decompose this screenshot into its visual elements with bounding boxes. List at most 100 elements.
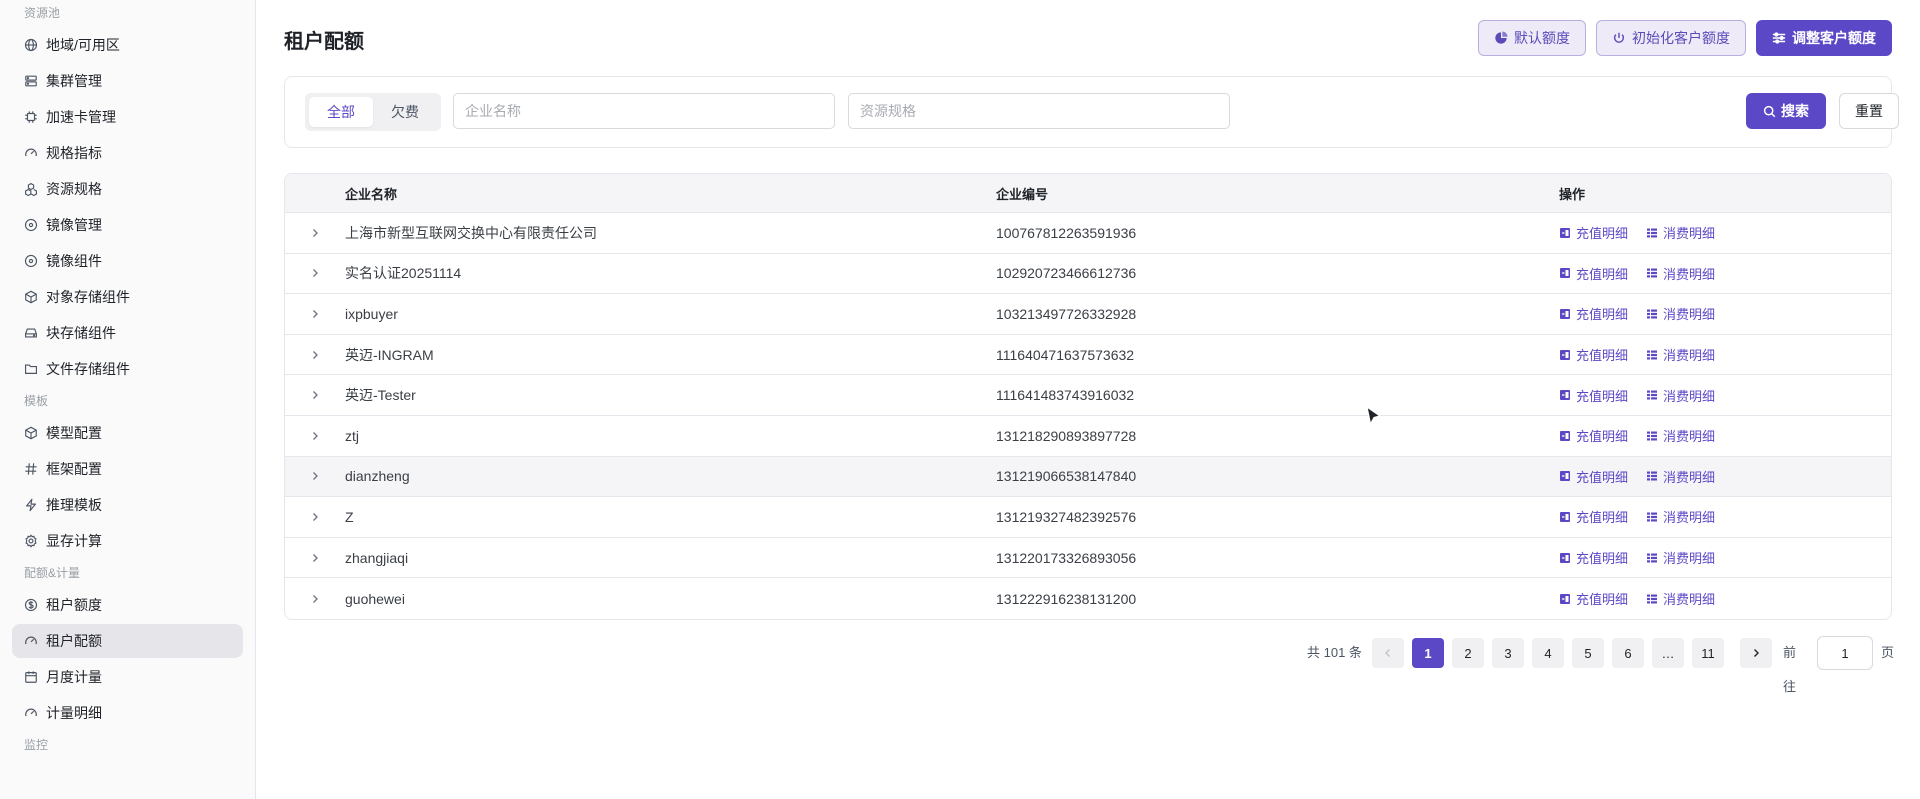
sidebar-item[interactable]: 推理模板 <box>12 488 243 522</box>
consume-detail-link[interactable]: 消费明细 <box>1646 426 1715 445</box>
sidebar-item-label: 镜像管理 <box>46 217 102 233</box>
sidebar-item[interactable]: 模型配置 <box>12 416 243 450</box>
pie-chart-icon <box>1495 31 1508 44</box>
table-row: 英迈-Tester 111641483743916032 充值明细 消费明细 <box>285 375 1891 416</box>
consume-detail-link[interactable]: 消费明细 <box>1646 386 1715 405</box>
expand-row-button[interactable] <box>285 553 345 563</box>
sidebar-item[interactable]: 租户额度 <box>12 588 243 622</box>
consume-detail-link[interactable]: 消费明细 <box>1646 589 1715 608</box>
expand-row-button[interactable] <box>285 431 345 441</box>
expand-row-button[interactable] <box>285 390 345 400</box>
recharge-detail-label: 充值明细 <box>1576 388 1629 404</box>
sidebar-item[interactable]: 计量明细 <box>12 696 243 730</box>
disc-icon <box>24 218 38 232</box>
recharge-detail-link[interactable]: 充值明细 <box>1559 548 1628 567</box>
default-quota-button[interactable]: 默认额度 <box>1478 20 1586 56</box>
page-button[interactable]: 2 <box>1452 638 1484 668</box>
consume-detail-link[interactable]: 消费明细 <box>1646 345 1715 364</box>
sidebar-item[interactable]: 地域/可用区 <box>12 28 243 62</box>
company-id-cell: 131222916238131200 <box>996 590 1137 607</box>
consume-detail-link[interactable]: 消费明细 <box>1646 304 1715 323</box>
sidebar-item[interactable]: 对象存储组件 <box>12 280 243 314</box>
chevron-right-icon <box>313 512 318 521</box>
sidebar-item[interactable]: 镜像组件 <box>12 244 243 278</box>
page-suffix: 页 <box>1881 645 1895 660</box>
recharge-detail-link[interactable]: 充值明细 <box>1559 264 1628 283</box>
consume-detail-label: 消费明细 <box>1663 551 1716 567</box>
sidebar-item-label: 对象存储组件 <box>46 289 130 305</box>
gauge-icon <box>24 706 38 720</box>
consume-detail-link[interactable]: 消费明细 <box>1646 223 1715 242</box>
company-name-cell: 上海市新型互联网交换中心有限责任公司 <box>345 224 597 241</box>
consume-detail-link[interactable]: 消费明细 <box>1646 507 1715 526</box>
resource-spec-input[interactable] <box>848 93 1230 129</box>
recharge-detail-link[interactable]: 充值明细 <box>1559 467 1628 486</box>
adjust-quota-button[interactable]: 调整客户额度 <box>1756 20 1892 56</box>
expand-row-button[interactable] <box>285 268 345 278</box>
search-label: 搜索 <box>1781 103 1809 119</box>
recharge-detail-link[interactable]: 充值明细 <box>1559 304 1628 323</box>
recharge-icon <box>1560 430 1570 441</box>
search-button[interactable]: 搜索 <box>1746 93 1826 129</box>
chevron-right-icon <box>313 431 318 440</box>
sidebar-item[interactable]: 镜像管理 <box>12 208 243 242</box>
goto-page-input[interactable] <box>1817 636 1873 670</box>
recharge-detail-link[interactable]: 充值明细 <box>1559 386 1628 405</box>
sidebar-item[interactable]: 文件存储组件 <box>12 352 243 386</box>
consume-detail-link[interactable]: 消费明细 <box>1646 548 1715 567</box>
list-icon <box>1647 431 1658 441</box>
sidebar-item[interactable]: 月度计量 <box>12 660 243 694</box>
chevron-right-icon <box>1754 649 1759 657</box>
consume-detail-label: 消费明细 <box>1663 266 1716 282</box>
company-id-cell: 103213497726332928 <box>996 305 1137 322</box>
page-button[interactable]: 3 <box>1492 638 1524 668</box>
page-button[interactable]: 5 <box>1572 638 1604 668</box>
folder-icon <box>24 362 38 376</box>
init-quota-button[interactable]: 初始化客户额度 <box>1596 20 1746 56</box>
consume-detail-link[interactable]: 消费明细 <box>1646 264 1715 283</box>
sidebar-item[interactable]: 块存储组件 <box>12 316 243 350</box>
tab-overdue[interactable]: 欠费 <box>373 97 437 127</box>
consume-detail-label: 消费明细 <box>1663 348 1716 364</box>
gear-icon <box>24 534 38 548</box>
sidebar-item-label: 块存储组件 <box>46 325 116 341</box>
page-button[interactable]: 1 <box>1412 638 1444 668</box>
tab-all[interactable]: 全部 <box>309 97 373 127</box>
table-row: Z 131219327482392576 充值明细 消费明细 <box>285 497 1891 538</box>
prev-page-button[interactable] <box>1372 638 1404 668</box>
page-ellipsis[interactable]: … <box>1652 638 1684 668</box>
recharge-detail-link[interactable]: 充值明细 <box>1559 589 1628 608</box>
expand-row-button[interactable] <box>285 471 345 481</box>
sidebar-item[interactable]: 集群管理 <box>12 64 243 98</box>
expand-row-button[interactable] <box>285 228 345 238</box>
sidebar-item[interactable]: 资源规格 <box>12 172 243 206</box>
recharge-detail-link[interactable]: 充值明细 <box>1559 426 1628 445</box>
recharge-detail-label: 充值明细 <box>1576 348 1629 364</box>
sidebar-item[interactable]: 加速卡管理 <box>12 100 243 134</box>
list-icon <box>1647 268 1658 278</box>
reset-button[interactable]: 重置 <box>1839 93 1899 129</box>
sidebar-group-title: 资源池 <box>24 6 61 20</box>
company-name-input[interactable] <box>453 93 835 129</box>
company-id-cell: 100767812263591936 <box>996 224 1137 241</box>
list-icon <box>1647 228 1658 238</box>
expand-row-button[interactable] <box>285 350 345 360</box>
recharge-detail-link[interactable]: 充值明细 <box>1559 345 1628 364</box>
tenant-table: 企业名称 企业编号 操作 上海市新型互联网交换中心有限责任公司 100767812… <box>284 173 1892 620</box>
consume-detail-link[interactable]: 消费明细 <box>1646 467 1715 486</box>
recharge-detail-link[interactable]: 充值明细 <box>1559 507 1628 526</box>
recharge-detail-label: 充值明细 <box>1576 469 1629 485</box>
page-button[interactable]: 11 <box>1692 638 1724 668</box>
page-button[interactable]: 6 <box>1612 638 1644 668</box>
sidebar-item[interactable]: 规格指标 <box>12 136 243 170</box>
recharge-icon <box>1560 268 1570 279</box>
expand-row-button[interactable] <box>285 309 345 319</box>
sidebar-item[interactable]: 框架配置 <box>12 452 243 486</box>
expand-row-button[interactable] <box>285 594 345 604</box>
expand-row-button[interactable] <box>285 512 345 522</box>
sidebar-item[interactable]: 显存计算 <box>12 524 243 558</box>
next-page-button[interactable] <box>1740 638 1772 668</box>
page-button[interactable]: 4 <box>1532 638 1564 668</box>
recharge-detail-link[interactable]: 充值明细 <box>1559 223 1628 242</box>
sidebar-item[interactable]: 租户配额 <box>12 624 243 658</box>
